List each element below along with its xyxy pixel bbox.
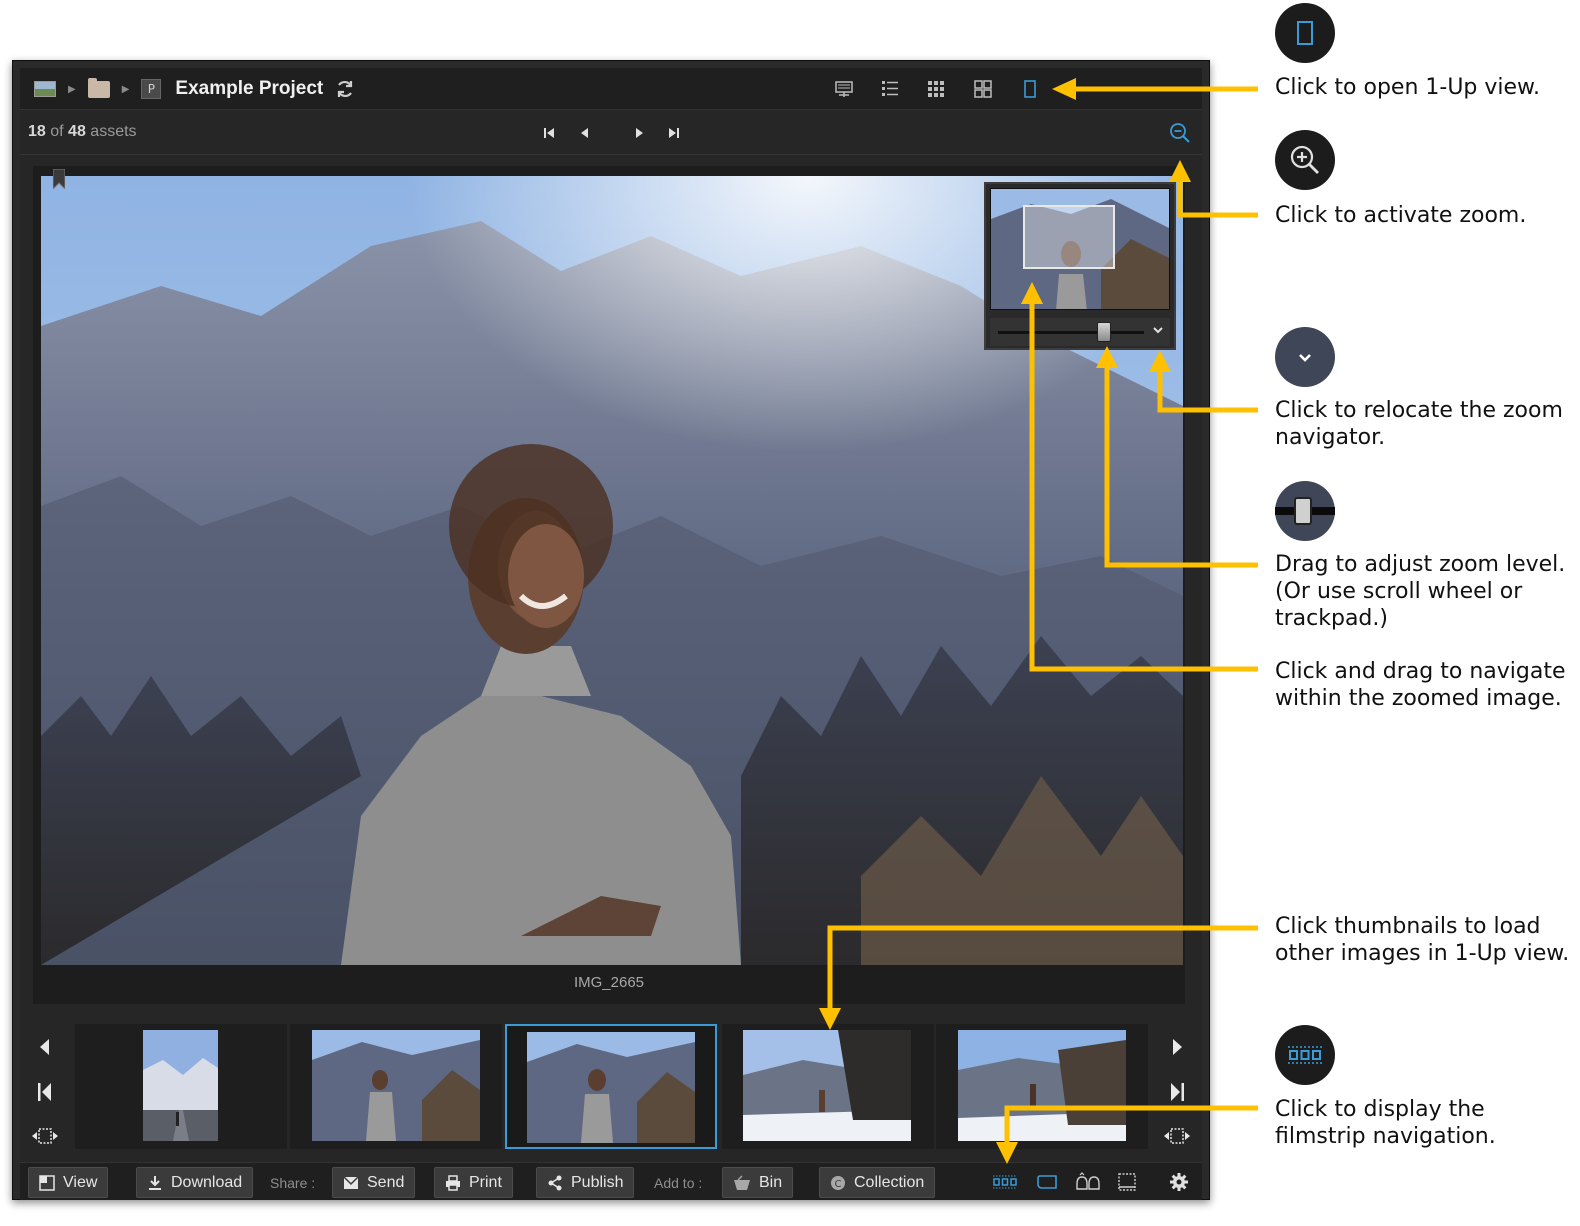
gear-icon[interactable] [1166,1171,1192,1193]
app-window: ▶ ▶ P Example Project 18 of 48 assets IM… [12,60,1210,1200]
bin-button[interactable]: Bin [722,1167,794,1198]
app-content: ▶ ▶ P Example Project 18 of 48 assets IM… [20,68,1202,1200]
bookmark-icon[interactable] [52,168,66,191]
compare-icon[interactable] [1075,1171,1101,1193]
publish-label: Publish [571,1173,624,1191]
previous-asset-icon[interactable] [575,123,595,143]
large-grid-icon[interactable] [971,77,995,101]
zoom-navigator [984,182,1176,350]
callout-filmstrip-icon [1275,1025,1335,1085]
thumbnail-image [743,1030,911,1141]
page-title[interactable]: Example Project [175,78,323,100]
basket-icon [734,1174,750,1190]
thumbnail-image [143,1030,218,1141]
send-label: Send [367,1173,405,1191]
one-up-view-icon[interactable] [1018,77,1042,101]
zoom-icon[interactable] [1168,121,1192,145]
share-label: Share : [270,1175,316,1191]
next-asset-icon[interactable] [629,123,649,143]
svg-text:C: C [835,1179,842,1190]
annotation-relocate-nav: Click to relocate the zoom navigator. [1275,398,1563,450]
small-grid-icon[interactable] [924,77,948,101]
filmstrip-thumbnail-selected[interactable] [505,1024,717,1149]
download-button[interactable]: Download [136,1167,254,1198]
asset-total: 48 [68,123,86,140]
filmstrip-toggle-icon[interactable] [992,1171,1018,1193]
download-icon [149,1175,161,1190]
annotation-navigate-zoom: Click and drag to navigate within the zo… [1275,659,1566,711]
filmstrip-first-icon[interactable] [30,1077,60,1107]
print-label: Print [469,1173,502,1191]
bin-label: Bin [759,1173,783,1191]
envelope-icon [343,1175,359,1189]
chevron-down-icon[interactable] [1150,322,1166,338]
view-button[interactable]: View [28,1167,109,1198]
asset-of-label: of [50,123,64,140]
collection-icon: C [831,1175,845,1190]
filmstrip-thumbnail[interactable] [290,1024,502,1149]
last-asset-icon[interactable] [664,123,684,143]
thumbnail-image [958,1030,1126,1141]
refresh-icon[interactable] [335,79,355,99]
metadata-panel-icon[interactable] [1114,1171,1140,1193]
filmstrip [20,1014,1202,1164]
zoom-viewport-rect[interactable] [1023,205,1115,269]
screenshot-stage: ▶ ▶ P Example Project 18 of 48 assets IM… [0,0,1580,1226]
bottom-toolbar: View Download Share : Send Print Publish… [20,1162,1202,1200]
chevron-right-icon: ▶ [121,83,130,95]
collection-label: Collection [854,1173,925,1191]
annotation-open-1up: Click to open 1-Up view. [1275,75,1541,100]
print-button[interactable]: Print [434,1167,513,1198]
share-icon [548,1175,562,1190]
zoom-slider-track [998,331,1144,334]
printer-icon [446,1174,460,1191]
publish-button[interactable]: Publish [536,1167,635,1198]
filmstrip-thumbnail[interactable] [75,1024,287,1149]
thumbnail-image [527,1032,695,1143]
image-icon[interactable] [34,81,56,97]
filmstrip-fit-icon[interactable] [1162,1121,1192,1151]
filmstrip-thumbnail[interactable] [936,1024,1148,1149]
crop-view-icon[interactable] [1034,1171,1060,1193]
filmstrip-last-icon[interactable] [1162,1077,1192,1107]
zoom-slider-handle[interactable] [1097,322,1111,342]
filmstrip-thumbnail[interactable] [722,1024,934,1149]
annotation-adjust-zoom: Drag to adjust zoom level. (Or use scrol… [1275,552,1566,631]
detail-view-icon[interactable] [832,77,856,101]
annotation-activate-zoom: Click to activate zoom. [1275,203,1527,228]
callout-one-up-icon [1275,3,1335,63]
callout-zoom-in-icon [1275,130,1335,190]
list-view-icon[interactable] [878,77,902,101]
filmstrip-previous-icon[interactable] [30,1032,60,1062]
view-label: View [63,1173,98,1191]
first-asset-icon[interactable] [539,123,559,143]
asset-unit-label: assets [90,123,137,140]
top-bar: ▶ ▶ P Example Project [20,68,1202,110]
filmstrip-next-icon[interactable] [1162,1032,1192,1062]
thumbnail-image [312,1030,480,1141]
callout-chevron-down-icon [1275,327,1335,387]
add-to-label: Add to : [654,1175,703,1191]
zoom-navigator-thumbnail[interactable] [990,188,1170,310]
annotation-filmstrip: Click to display the filmstrip navigatio… [1275,1097,1496,1149]
breadcrumb: ▶ ▶ P Example Project [34,68,355,110]
folder-icon[interactable] [87,77,110,98]
filmstrip-fit-icon[interactable] [30,1121,60,1151]
callout-slider-icon [1275,481,1335,541]
one-up-viewer: IMG_2665 [33,166,1185,1004]
send-button[interactable]: Send [332,1167,416,1198]
image-caption: IMG_2665 [573,974,645,991]
asset-current: 18 [28,123,46,140]
download-label: Download [171,1173,243,1191]
project-icon[interactable]: P [141,79,162,99]
collection-button[interactable]: C Collection [819,1167,936,1198]
asset-counter: 18 of 48 assets [28,123,137,141]
zoom-slider[interactable] [990,318,1170,346]
chevron-right-icon: ▶ [68,83,76,95]
annotation-thumbnails: Click thumbnails to load other images in… [1275,914,1570,966]
view-icon [39,1174,55,1191]
status-bar: 18 of 48 assets [20,111,1202,155]
